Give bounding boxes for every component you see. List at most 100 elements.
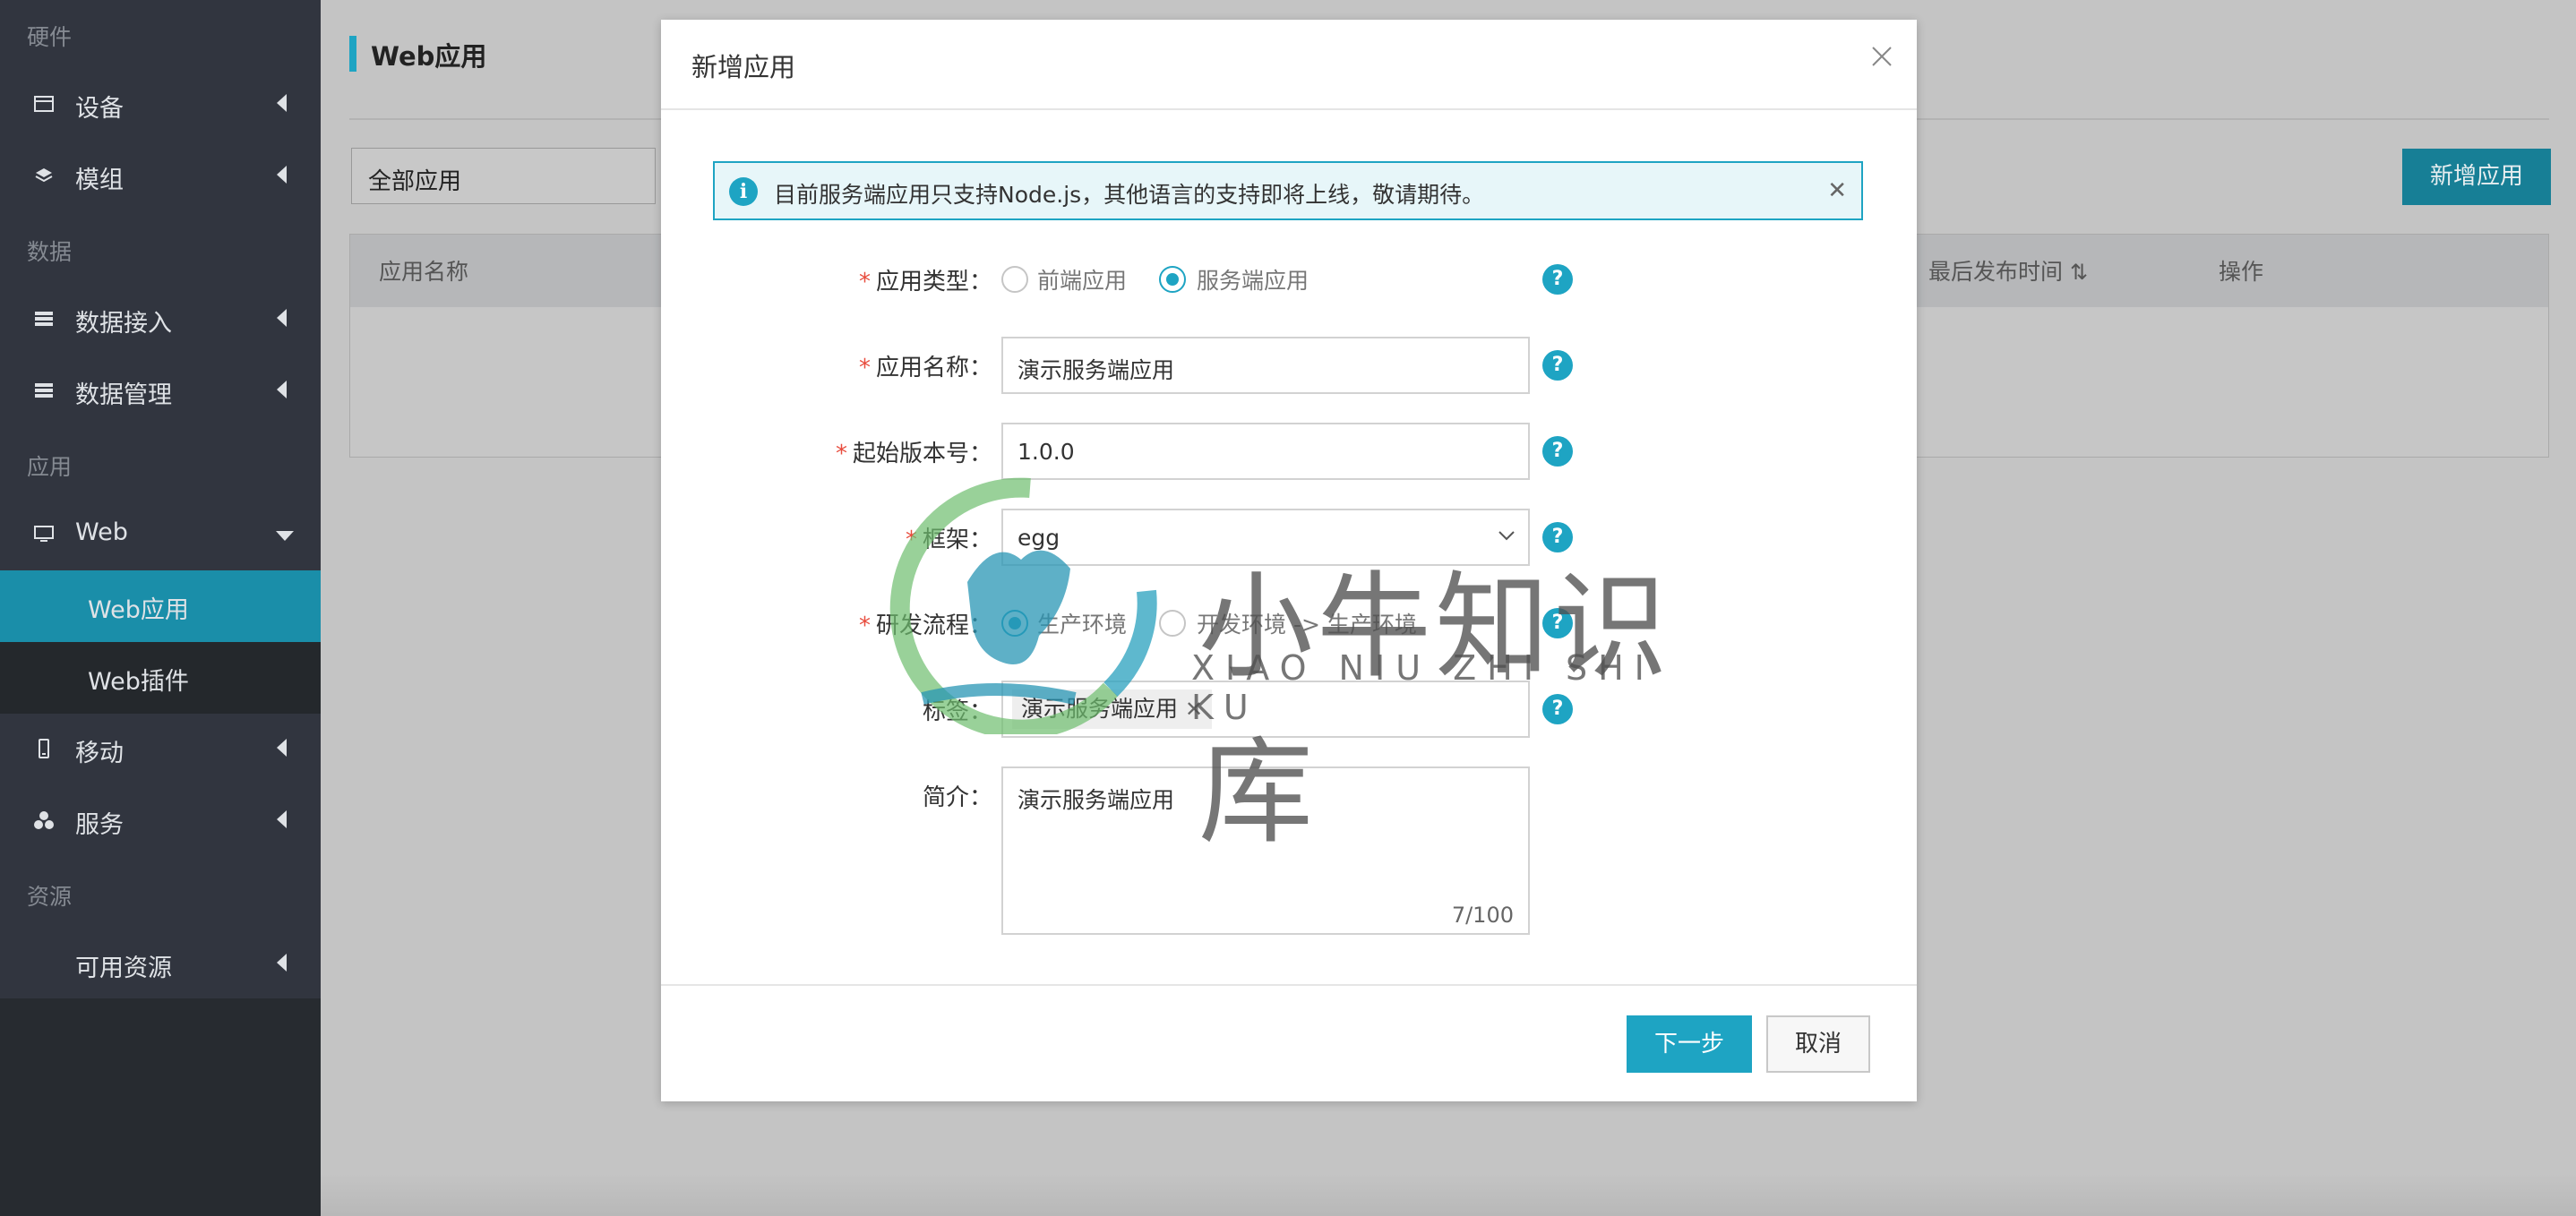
sort-icon: ⇅ (2069, 260, 2089, 285)
sidebar-item-label: 服务 (75, 811, 124, 839)
caret-left-icon (277, 309, 287, 327)
radio-label-production: 生产环境 (1037, 612, 1128, 638)
column-header-label: 最后发布时间 (1928, 259, 2064, 285)
caret-left-icon (277, 739, 287, 757)
caret-left-icon (277, 381, 287, 398)
required-mark: * (905, 527, 917, 553)
notice-text: 目前服务端应用只支持Node.js，其他语言的支持即将上线，敬请期待。 (774, 182, 1485, 208)
server-icon (35, 383, 53, 398)
required-mark: * (858, 269, 871, 295)
sidebar-section-app: 应用 (27, 454, 73, 480)
radio-label-server: 服务端应用 (1197, 268, 1309, 294)
radio-dev-to-production[interactable] (1159, 610, 1186, 637)
process-label: * 研发流程： (858, 612, 992, 639)
caret-left-icon (277, 810, 287, 828)
sidebar-item-label: 模组 (75, 167, 124, 194)
required-mark: * (858, 612, 871, 639)
footer-shade (321, 1173, 2576, 1216)
sidebar-item-module[interactable]: 模组 (0, 141, 321, 212)
tag-chip: 演示服务端应用 ✕ (1012, 689, 1213, 729)
sidebar-item-label: 数据接入 (75, 310, 172, 338)
sidebar-subitem-web-app[interactable]: Web应用 (0, 570, 321, 642)
layers-icon (35, 168, 53, 183)
tag-remove-icon[interactable]: ✕ (1185, 697, 1203, 722)
column-header-last-publish[interactable]: 最后发布时间 ⇅ (1928, 254, 2088, 287)
sidebar-item-label: 设备 (75, 95, 124, 123)
help-icon[interactable]: ? (1542, 608, 1573, 638)
sidebar-item-service[interactable]: 服务 (0, 785, 321, 857)
tags-input[interactable]: 演示服务端应用 ✕ (1001, 681, 1530, 738)
help-icon[interactable]: ? (1542, 264, 1573, 295)
notice-close-icon[interactable]: ✕ (1827, 177, 1847, 204)
app-filter-select[interactable]: 全部应用 (351, 148, 656, 204)
framework-select[interactable]: egg (1001, 509, 1530, 566)
notice-banner: i 目前服务端应用只支持Node.js，其他语言的支持即将上线，敬请期待。 ✕ (713, 161, 1863, 220)
tag-text: 演示服务端应用 (1021, 696, 1179, 722)
caret-down-icon (276, 531, 294, 541)
app-name-input[interactable]: 演示服务端应用 (1001, 337, 1530, 394)
help-icon[interactable]: ? (1542, 694, 1573, 724)
framework-value: egg (1018, 525, 1060, 551)
caret-left-icon (277, 94, 287, 112)
framework-label: * 框架： (905, 527, 992, 553)
sidebar-subitem-web-plugin[interactable]: Web插件 (0, 642, 321, 714)
dialog-title: 新增应用 (691, 52, 796, 82)
sidebar-item-label: Web (75, 518, 128, 546)
radio-production[interactable] (1001, 610, 1028, 637)
char-counter: 7/100 (1451, 903, 1514, 928)
sidebar-subitem-label: Web应用 (88, 596, 189, 624)
help-icon[interactable]: ? (1542, 522, 1573, 552)
new-app-dialog: 新增应用 i 目前服务端应用只支持Node.js，其他语言的支持即将上线，敬请期… (661, 20, 1917, 1101)
sidebar-section-hardware: 硬件 (27, 24, 73, 50)
sidebar-item-label: 移动 (75, 740, 124, 767)
monitor-icon (34, 96, 54, 112)
desktop-icon (34, 526, 54, 542)
app-name-label: * 应用名称： (858, 355, 992, 381)
sidebar: 硬件 设备 模组 数据 数据接入 数据管理 应用 Web Web应用 Web插件… (0, 0, 321, 1216)
phone-icon (39, 739, 49, 758)
caret-left-icon (277, 954, 287, 972)
sidebar-item-mobile[interactable]: 移动 (0, 714, 321, 785)
dialog-header-divider (661, 108, 1917, 110)
version-input[interactable]: 1.0.0 (1001, 423, 1530, 480)
caret-left-icon (277, 166, 287, 184)
radio-label-frontend: 前端应用 (1037, 268, 1128, 294)
page-title-accent (349, 36, 356, 72)
page-title: Web应用 (371, 41, 487, 72)
help-icon[interactable]: ? (1542, 350, 1573, 381)
tags-label: 标签： (922, 698, 992, 725)
description-text: 演示服务端应用 (1018, 787, 1175, 813)
help-icon[interactable]: ? (1542, 436, 1573, 467)
required-mark: * (835, 441, 847, 467)
description-textarea[interactable]: 演示服务端应用 7/100 (1001, 766, 1530, 935)
version-label: * 起始版本号： (835, 441, 992, 467)
sidebar-item-data-management[interactable]: 数据管理 (0, 355, 321, 427)
dialog-footer-divider (661, 984, 1917, 986)
app-type-label: * 应用类型： (858, 269, 992, 295)
next-step-button[interactable]: 下一步 (1627, 1015, 1752, 1073)
add-app-button[interactable]: 新增应用 (2402, 149, 2551, 205)
radio-label-dev-to-production: 开发环境 -> 生产环境 (1197, 612, 1417, 638)
radio-server[interactable] (1159, 266, 1186, 293)
description-label: 简介： (922, 784, 992, 811)
sidebar-item-data-access[interactable]: 数据接入 (0, 284, 321, 355)
sidebar-body: 硬件 设备 模组 数据 数据接入 数据管理 应用 Web Web应用 Web插件… (0, 0, 321, 998)
required-mark: * (858, 355, 871, 381)
sidebar-subitem-label: Web插件 (88, 668, 189, 696)
sidebar-section-resource: 资源 (27, 884, 73, 910)
radio-frontend[interactable] (1001, 266, 1028, 293)
chevron-down-icon (1498, 531, 1515, 541)
cancel-button[interactable]: 取消 (1766, 1015, 1870, 1073)
column-header-app-name[interactable]: 应用名称 (379, 254, 468, 287)
column-header-actions: 操作 (2219, 259, 2264, 285)
sidebar-item-label: 数据管理 (75, 381, 172, 409)
sidebar-section-data: 数据 (27, 239, 73, 265)
cluster-icon (34, 811, 54, 829)
sidebar-item-web[interactable]: Web (0, 499, 321, 570)
server-icon (35, 312, 53, 326)
sidebar-item-available-resource[interactable]: 可用资源 (0, 929, 321, 1000)
info-icon: i (729, 177, 758, 206)
sidebar-item-device[interactable]: 设备 (0, 69, 321, 141)
close-icon[interactable] (1868, 43, 1895, 70)
sidebar-item-label: 可用资源 (75, 955, 172, 982)
